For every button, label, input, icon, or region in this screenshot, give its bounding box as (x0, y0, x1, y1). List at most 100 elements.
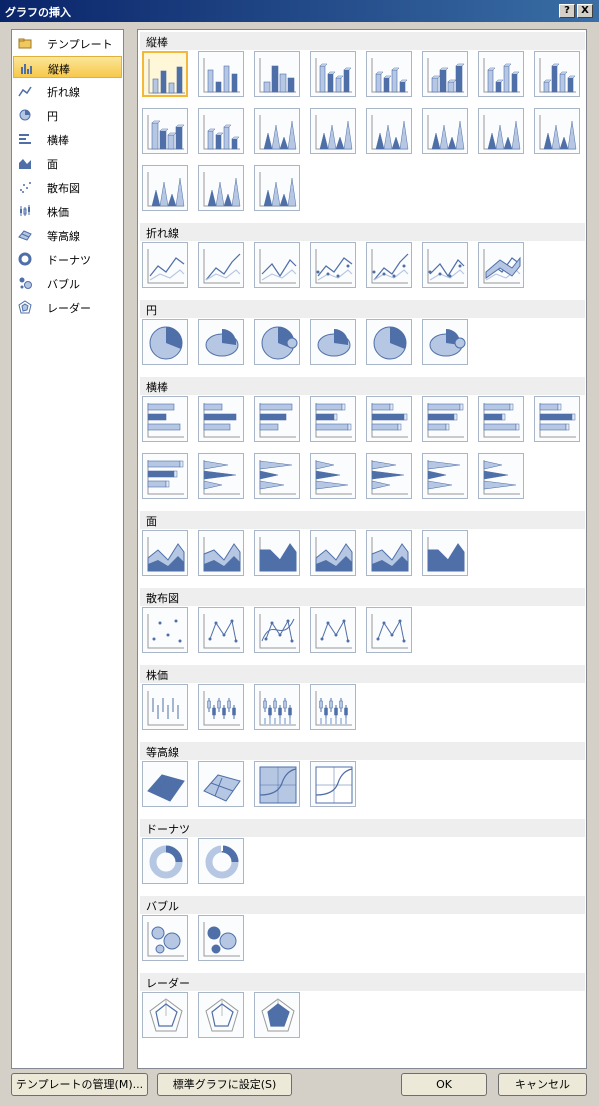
scatter-chart-option[interactable] (142, 607, 188, 653)
surface-chart-option[interactable] (198, 761, 244, 807)
area-chart-option[interactable] (366, 530, 412, 576)
radar-chart-option[interactable] (142, 992, 188, 1038)
column-chart-option[interactable] (534, 51, 580, 97)
bar-chart-option[interactable] (366, 453, 412, 499)
bar-chart-option[interactable] (478, 453, 524, 499)
section-title: 等高線 (146, 746, 179, 759)
scatter-chart-option[interactable] (254, 607, 300, 653)
bar-chart-thumbnail-icon (483, 403, 520, 438)
cancel-button[interactable]: キャンセル (498, 1073, 587, 1096)
pie-chart-option[interactable] (198, 319, 244, 365)
column-chart-option[interactable] (254, 165, 300, 211)
ok-button[interactable]: OK (401, 1073, 487, 1096)
area-chart-thumbnail-icon (427, 537, 465, 572)
stock-chart-option[interactable] (198, 684, 244, 730)
line-chart-option[interactable] (478, 242, 524, 288)
set-default-chart-button[interactable]: 標準グラフに設定(S) (157, 1073, 292, 1096)
category-item[interactable]: バブル (13, 272, 122, 294)
category-item[interactable]: レーダー (13, 296, 122, 318)
column-chart-option[interactable] (478, 51, 524, 97)
pie-chart-option[interactable] (366, 319, 412, 365)
help-button[interactable]: ? (559, 4, 575, 18)
bubble-chart-option[interactable] (142, 915, 188, 961)
category-item[interactable]: ドーナツ (13, 248, 122, 270)
bar-chart-option[interactable] (142, 396, 188, 442)
column-chart-option[interactable] (310, 108, 356, 154)
category-item[interactable]: 等高線 (13, 224, 122, 246)
area-chart-option[interactable] (254, 530, 300, 576)
column-chart-option[interactable] (478, 108, 524, 154)
line-chart-option[interactable] (254, 242, 300, 288)
scatter-chart-option[interactable] (310, 607, 356, 653)
bar-chart-thumbnail-icon (539, 403, 576, 438)
close-button[interactable]: X (577, 4, 593, 18)
line-chart-option[interactable] (366, 242, 412, 288)
column-chart-option[interactable] (142, 165, 188, 211)
line-chart-option[interactable] (422, 242, 468, 288)
radar-chart-option[interactable] (254, 992, 300, 1038)
area-chart-option[interactable] (198, 530, 244, 576)
column-chart-option[interactable] (422, 108, 468, 154)
pie-chart-option[interactable] (422, 319, 468, 365)
stock-chart-thumbnail-icon (315, 691, 352, 726)
stock-chart-option[interactable] (310, 684, 356, 730)
column-chart-option[interactable] (198, 108, 244, 154)
bubble-chart-option[interactable] (198, 915, 244, 961)
bar-chart-option[interactable] (254, 453, 300, 499)
surface-chart-option[interactable] (254, 761, 300, 807)
stock-chart-option[interactable] (254, 684, 300, 730)
bar-chart-option[interactable] (310, 453, 356, 499)
column-chart-option[interactable] (254, 51, 300, 97)
scatter-chart-option[interactable] (198, 607, 244, 653)
bar-chart-option[interactable] (534, 396, 580, 442)
column-chart-option[interactable] (366, 108, 412, 154)
category-item[interactable]: 横棒 (13, 128, 122, 150)
column-chart-option[interactable] (422, 51, 468, 97)
stock-chart-option[interactable] (142, 684, 188, 730)
line-chart-option[interactable] (198, 242, 244, 288)
manage-templates-button[interactable]: テンプレートの管理(M)... (11, 1073, 148, 1096)
pie-chart-option[interactable] (310, 319, 356, 365)
column-chart-option[interactable] (534, 108, 580, 154)
bar-chart-option[interactable] (142, 453, 188, 499)
bar-chart-option[interactable] (310, 396, 356, 442)
line-chart-thumbnail-icon (483, 249, 521, 284)
scatter-chart-option[interactable] (366, 607, 412, 653)
pie-chart-option[interactable] (254, 319, 300, 365)
line-chart-thumbnail-icon (203, 249, 241, 284)
bar-chart-option[interactable] (422, 453, 468, 499)
bar-chart-option[interactable] (366, 396, 412, 442)
column-chart-option[interactable] (254, 108, 300, 154)
category-item[interactable]: 円 (13, 104, 122, 126)
doughnut-chart-option[interactable] (142, 838, 188, 884)
bar-chart-option[interactable] (254, 396, 300, 442)
category-item[interactable]: テンプレート (13, 32, 122, 54)
pie-chart-option[interactable] (142, 319, 188, 365)
bar-chart-option[interactable] (478, 396, 524, 442)
bar-chart-option[interactable] (422, 396, 468, 442)
column-chart-option[interactable] (142, 108, 188, 154)
category-item[interactable]: 株価 (13, 200, 122, 222)
surface-chart-option[interactable] (142, 761, 188, 807)
category-item[interactable]: 縦棒 (13, 56, 122, 78)
area-chart-option[interactable] (310, 530, 356, 576)
surface-chart-option[interactable] (310, 761, 356, 807)
line-chart-option[interactable] (142, 242, 188, 288)
radar-chart-option[interactable] (198, 992, 244, 1038)
column-chart-option[interactable] (198, 51, 244, 97)
doughnut-chart-option[interactable] (198, 838, 244, 884)
category-item[interactable]: 散布図 (13, 176, 122, 198)
column-chart-option[interactable] (310, 51, 356, 97)
category-item[interactable]: 面 (13, 152, 122, 174)
bar-chart-option[interactable] (198, 396, 244, 442)
bar-chart-option[interactable] (198, 453, 244, 499)
area-chart-thumbnail-icon (371, 537, 409, 572)
area-chart-option[interactable] (142, 530, 188, 576)
category-item[interactable]: 折れ線 (13, 80, 122, 102)
line-chart-option[interactable] (310, 242, 356, 288)
pie-chart-thumbnail-icon (205, 328, 239, 357)
column-chart-option[interactable] (198, 165, 244, 211)
area-chart-option[interactable] (422, 530, 468, 576)
column-chart-option[interactable] (142, 51, 188, 97)
column-chart-option[interactable] (366, 51, 412, 97)
